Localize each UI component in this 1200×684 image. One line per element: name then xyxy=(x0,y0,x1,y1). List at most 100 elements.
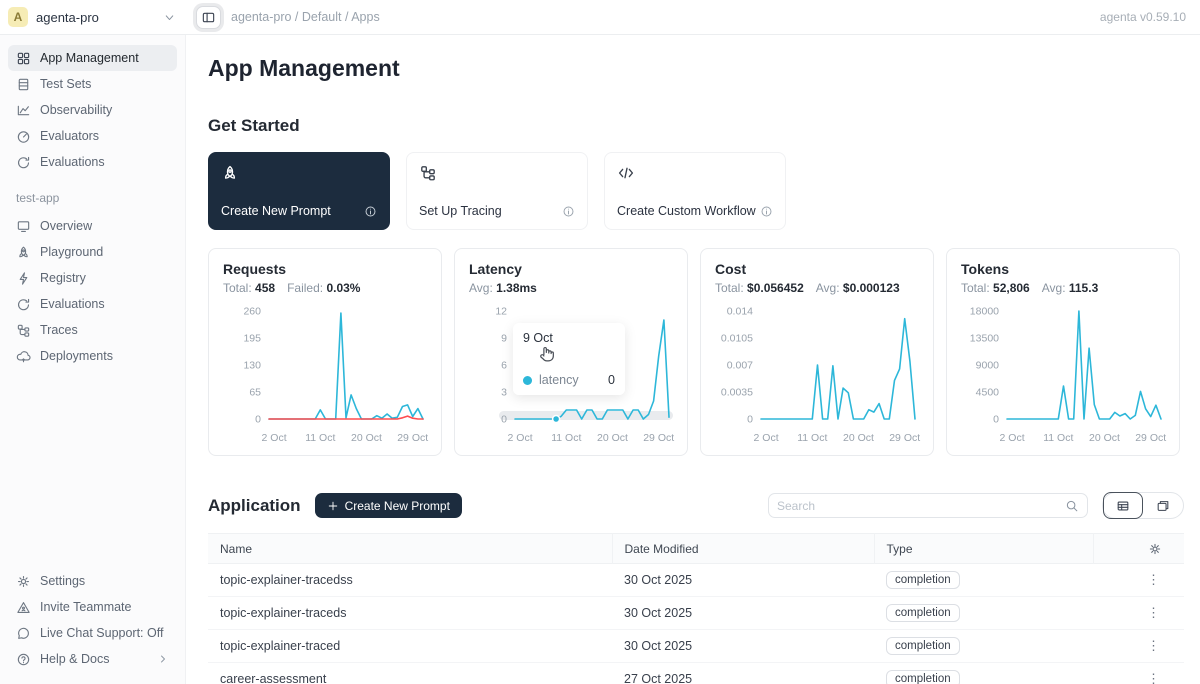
gauge-icon xyxy=(16,129,31,144)
metric-stat: Avg: 115.3 xyxy=(1042,281,1099,295)
cell-name: topic-explainer-traced xyxy=(208,630,612,663)
cell-type: completion xyxy=(874,663,1093,684)
traces-icon xyxy=(16,323,31,338)
active-data-point xyxy=(553,416,560,423)
svg-text:20 Oct: 20 Oct xyxy=(843,432,874,444)
sidebar-item-invite-teammate[interactable]: Invite Teammate xyxy=(8,594,177,620)
type-badge: completion xyxy=(886,604,960,622)
svg-text:29 Oct: 29 Oct xyxy=(1135,432,1166,444)
legend-dot-icon xyxy=(523,376,532,385)
metric-title: Latency xyxy=(469,261,673,277)
type-badge: completion xyxy=(886,571,960,589)
card-view-button[interactable] xyxy=(1143,492,1183,519)
svg-text:11 Oct: 11 Oct xyxy=(305,432,335,444)
sidebar-item-app-management[interactable]: App Management xyxy=(8,45,177,71)
svg-text:0.007: 0.007 xyxy=(727,360,753,372)
get-started-card-create-custom-workflow[interactable]: Create Custom Workflow xyxy=(604,152,786,230)
table-row[interactable]: topic-explainer-traceds30 Oct 2025comple… xyxy=(208,597,1184,630)
monitor-icon xyxy=(16,219,31,234)
create-new-prompt-button[interactable]: Create New Prompt xyxy=(315,493,462,518)
metric-card-requests: RequestsTotal: 458Failed: 0.03%065130195… xyxy=(208,248,442,456)
metric-stat: Avg: 1.38ms xyxy=(469,281,537,295)
tooltip-date: 9 Oct xyxy=(523,331,615,345)
sidebar-item-live-chat-support-off[interactable]: Live Chat Support: Off xyxy=(8,620,177,646)
panel-toggle-icon xyxy=(201,10,216,25)
stat-label: Failed: xyxy=(287,281,323,295)
stat-label: Total: xyxy=(715,281,744,295)
table-view-icon xyxy=(1116,499,1130,513)
tokens-chart[interactable]: 04500900013500180002 Oct11 Oct20 Oct29 O… xyxy=(961,301,1167,451)
search-input[interactable] xyxy=(777,499,1065,513)
sidebar-item-label: Live Chat Support: Off xyxy=(40,626,163,640)
type-badge: completion xyxy=(886,637,960,655)
main-content: App Management Get Started Create New Pr… xyxy=(186,35,1200,684)
plus-icon xyxy=(327,500,339,512)
row-menu-button[interactable]: ⋮ xyxy=(1093,663,1184,684)
svg-text:11 Oct: 11 Oct xyxy=(797,432,827,444)
row-menu-button[interactable]: ⋮ xyxy=(1093,564,1184,597)
row-menu-button[interactable]: ⋮ xyxy=(1093,630,1184,663)
sidebar-item-label: Observability xyxy=(40,103,112,117)
get-started-card-set-up-tracing[interactable]: Set Up Tracing xyxy=(406,152,588,230)
sidebar-item-settings[interactable]: Settings xyxy=(8,568,177,594)
sidebar-item-deployments[interactable]: Deployments xyxy=(8,343,177,369)
table-view-button[interactable] xyxy=(1103,492,1143,519)
chart-tooltip: 9 Octlatency0 xyxy=(513,323,625,395)
svg-text:0: 0 xyxy=(993,414,999,426)
sidebar-collapse-button[interactable] xyxy=(196,6,221,29)
get-started-card-create-new-prompt[interactable]: Create New Prompt xyxy=(208,152,390,230)
workspace-selector[interactable]: A agenta-pro xyxy=(0,7,186,27)
column-settings[interactable] xyxy=(1093,534,1184,564)
chat-icon xyxy=(16,626,31,641)
svg-text:0.014: 0.014 xyxy=(727,306,753,318)
tooltip-value: 0 xyxy=(592,373,615,387)
stat-label: Avg: xyxy=(1042,281,1066,295)
workspace-name: agenta-pro xyxy=(36,10,99,25)
sidebar-item-playground[interactable]: Playground xyxy=(8,239,177,265)
requests-chart[interactable]: 0651301952602 Oct11 Oct20 Oct29 Oct xyxy=(223,301,429,451)
sidebar-footer-nav: SettingsInvite Teammate Live Chat Support… xyxy=(8,568,177,672)
app-version: agenta v0.59.10 xyxy=(1100,10,1200,24)
breadcrumb[interactable]: agenta-pro / Default / Apps xyxy=(231,10,380,24)
sidebar-item-help-docs[interactable]: Help & Docs xyxy=(8,646,177,672)
applications-table: NameDate ModifiedType topic-explainer-tr… xyxy=(208,533,1184,684)
sidebar-item-label: Evaluators xyxy=(40,129,99,143)
svg-text:0: 0 xyxy=(501,414,507,426)
column-header-name[interactable]: Name xyxy=(208,534,612,564)
stat-value: $0.056452 xyxy=(747,281,804,295)
type-badge: completion xyxy=(886,670,960,684)
cell-date: 30 Oct 2025 xyxy=(612,564,874,597)
help-icon xyxy=(16,652,31,667)
cell-name: career-assessment xyxy=(208,663,612,684)
table-header-row: NameDate ModifiedType xyxy=(208,534,1184,564)
table-row[interactable]: career-assessment27 Oct 2025 completion ⋮ xyxy=(208,663,1184,684)
svg-text:11 Oct: 11 Oct xyxy=(1043,432,1073,444)
metric-card-cost: CostTotal: $0.056452Avg: $0.00012300.003… xyxy=(700,248,934,456)
svg-text:0: 0 xyxy=(255,414,261,426)
sidebar-item-observability[interactable]: Observability xyxy=(8,97,177,123)
sidebar-item-overview[interactable]: Overview xyxy=(8,213,177,239)
cost-chart[interactable]: 00.00350.0070.01050.0142 Oct11 Oct20 Oct… xyxy=(715,301,921,451)
sidebar-item-evaluators[interactable]: Evaluators xyxy=(8,123,177,149)
table-row[interactable]: topic-explainer-traced30 Oct 2025complet… xyxy=(208,630,1184,663)
svg-text:65: 65 xyxy=(249,387,261,399)
info-icon xyxy=(760,205,773,218)
sidebar-item-evaluations[interactable]: Evaluations xyxy=(8,291,177,317)
row-menu-button[interactable]: ⋮ xyxy=(1093,597,1184,630)
invite-icon xyxy=(16,600,31,615)
card-label: Set Up Tracing xyxy=(419,204,502,218)
sidebar-item-registry[interactable]: Registry xyxy=(8,265,177,291)
svg-text:2 Oct: 2 Oct xyxy=(508,432,533,444)
svg-text:0.0035: 0.0035 xyxy=(721,387,753,399)
column-header-date-modified[interactable]: Date Modified xyxy=(612,534,874,564)
sidebar-item-evaluations[interactable]: Evaluations xyxy=(8,149,177,175)
sidebar-item-label: Registry xyxy=(40,271,86,285)
metric-title: Cost xyxy=(715,261,919,277)
sidebar-item-test-sets[interactable]: Test Sets xyxy=(8,71,177,97)
cell-date: 27 Oct 2025 xyxy=(612,663,874,684)
sidebar-item-traces[interactable]: Traces xyxy=(8,317,177,343)
stat-value: 115.3 xyxy=(1069,281,1098,295)
column-header-type[interactable]: Type xyxy=(874,534,1093,564)
table-row[interactable]: topic-explainer-tracedss30 Oct 2025compl… xyxy=(208,564,1184,597)
sidebar-item-label: Help & Docs xyxy=(40,652,109,666)
